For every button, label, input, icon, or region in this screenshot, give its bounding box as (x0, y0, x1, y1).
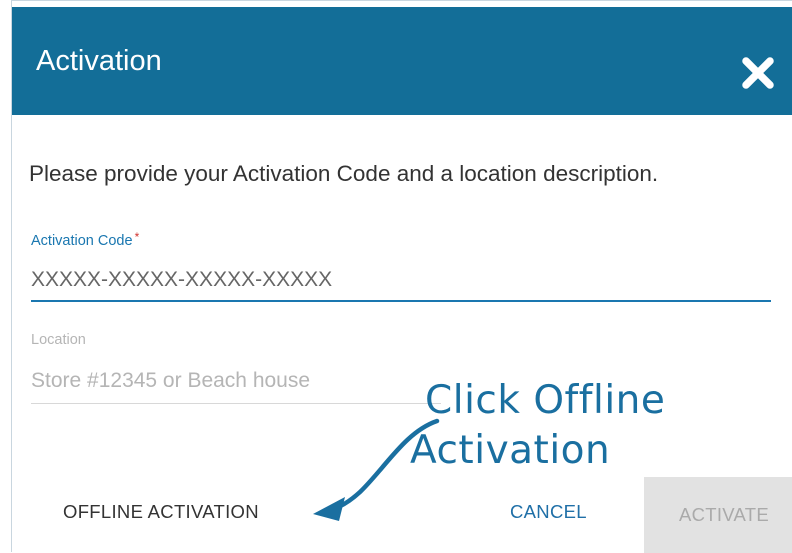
annotation-line-1: Click Offline (425, 378, 666, 423)
annotation-line-2: Activation (410, 428, 611, 473)
annotation-callout: Click Offline Activation (410, 376, 725, 476)
